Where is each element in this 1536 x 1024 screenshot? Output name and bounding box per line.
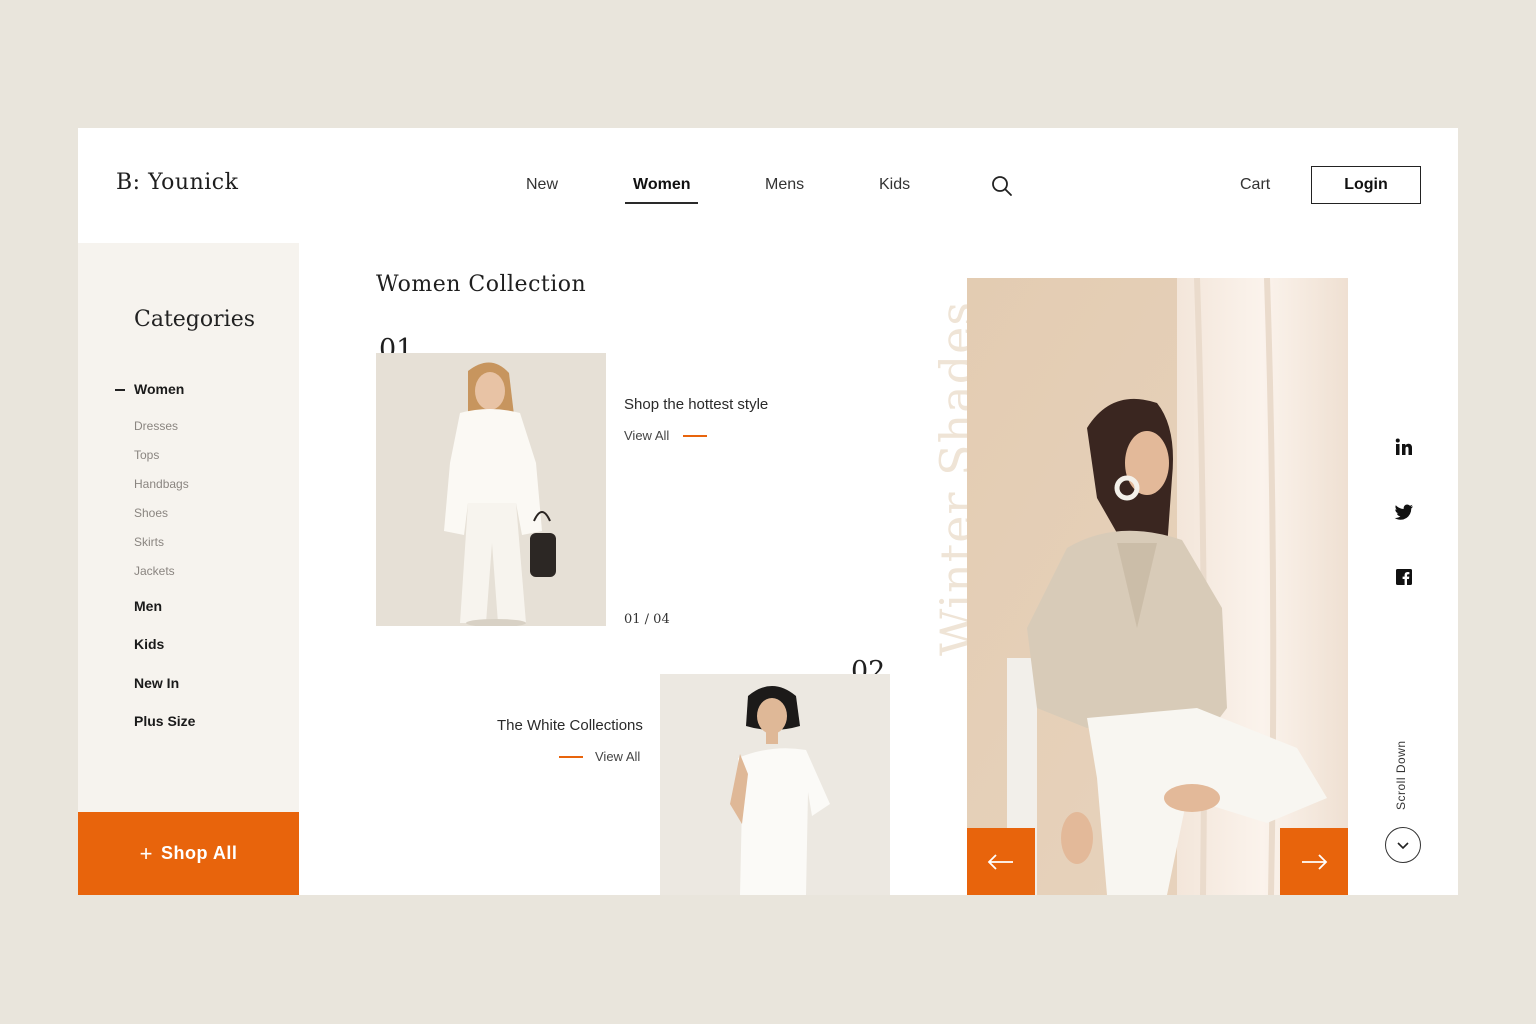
plus-icon: + <box>139 840 154 866</box>
categories-sidebar: Categories Women Dresses Tops Handbags S… <box>78 243 299 895</box>
view-all-link-02[interactable]: View All <box>595 749 640 764</box>
next-arrow-button[interactable] <box>1280 828 1348 895</box>
arrow-left-icon <box>987 853 1013 870</box>
category-plus-size[interactable]: Plus Size <box>134 713 195 729</box>
login-button[interactable]: Login <box>1311 166 1421 204</box>
accent-line <box>559 756 583 758</box>
linkedin-icon[interactable] <box>1393 436 1415 458</box>
categories-title: Categories <box>134 307 255 332</box>
item-title-01: Shop the hottest style <box>624 396 769 413</box>
subcategory-handbags[interactable]: Handbags <box>134 477 189 491</box>
cart-link[interactable]: Cart <box>1240 176 1270 194</box>
nav-item-kids[interactable]: Kids <box>879 176 910 194</box>
chevron-down-icon <box>1397 841 1409 849</box>
product-photo-02[interactable] <box>660 674 890 895</box>
nav-item-new[interactable]: New <box>526 176 558 194</box>
brand-logo[interactable]: B: Younick <box>116 170 238 195</box>
scroll-down-button[interactable] <box>1385 827 1421 863</box>
nav-active-underline <box>625 202 698 204</box>
search-icon[interactable] <box>991 175 1013 197</box>
nav-item-mens[interactable]: Mens <box>765 176 804 194</box>
collapse-dash-icon[interactable] <box>115 389 125 391</box>
collection-title: Women Collection <box>376 272 587 297</box>
subcategory-dresses[interactable]: Dresses <box>134 419 178 433</box>
category-women[interactable]: Women <box>134 381 184 397</box>
subcategory-skirts[interactable]: Skirts <box>134 535 164 549</box>
category-men[interactable]: Men <box>134 598 162 614</box>
hero-image <box>967 278 1348 895</box>
product-photo-01[interactable] <box>376 353 606 626</box>
twitter-icon[interactable] <box>1393 501 1415 523</box>
facebook-icon[interactable] <box>1393 566 1415 588</box>
subcategory-tops[interactable]: Tops <box>134 448 159 462</box>
accent-line <box>683 435 707 437</box>
shop-all-label: Shop All <box>161 843 238 863</box>
page-frame: B: Younick New Women Mens Kids Cart Logi… <box>78 128 1458 895</box>
slide-pager: 01 / 04 <box>624 612 670 627</box>
subcategory-shoes[interactable]: Shoes <box>134 506 168 520</box>
subcategory-jackets[interactable]: Jackets <box>134 564 175 578</box>
arrow-right-icon <box>1302 853 1328 870</box>
view-all-link-01[interactable]: View All <box>624 428 669 443</box>
item-title-02: The White Collections <box>497 717 643 734</box>
prev-arrow-button[interactable] <box>967 828 1035 895</box>
scroll-down-label: Scroll Down <box>1394 740 1408 810</box>
shop-all-button[interactable]: + Shop All <box>78 812 299 895</box>
category-new-in[interactable]: New In <box>134 675 179 691</box>
nav-item-women[interactable]: Women <box>633 176 690 194</box>
category-kids[interactable]: Kids <box>134 636 164 652</box>
